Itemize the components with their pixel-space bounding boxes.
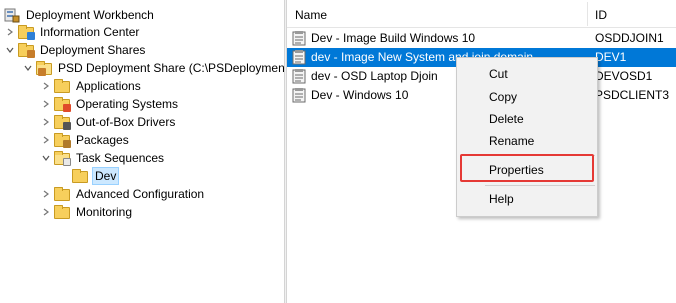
chevron-down-icon[interactable] — [4, 41, 16, 59]
menu-item-copy[interactable]: Copy — [457, 86, 597, 108]
chevron-right-icon[interactable] — [40, 95, 52, 113]
tree-label: Task Sequences — [76, 151, 165, 165]
menu-separator — [485, 155, 595, 156]
tree-label: Deployment Workbench — [26, 8, 154, 22]
column-header-name[interactable]: Name — [287, 0, 587, 28]
folder-icon — [54, 132, 71, 148]
tree-item-packages[interactable]: Packages — [40, 131, 131, 149]
menu-item-delete[interactable]: Delete — [457, 108, 597, 130]
task-sequence-icon — [292, 88, 306, 103]
tree-label: PSD Deployment Share (C:\PSDeployment) — [58, 61, 293, 75]
chevron-down-icon[interactable] — [22, 59, 34, 77]
menu-item-help[interactable]: Help — [457, 188, 597, 210]
folder-icon — [18, 24, 35, 40]
tree-item-psd-deployment-share[interactable]: PSD Deployment Share (C:\PSDeployment) — [22, 59, 294, 77]
tree-item-operating-systems[interactable]: Operating Systems — [40, 95, 180, 113]
folder-icon — [54, 150, 71, 166]
chevron-right-icon[interactable] — [4, 23, 16, 41]
tree-label: Dev — [92, 167, 120, 185]
column-header-id[interactable]: ID — [587, 0, 676, 28]
row-id: DEV1 — [595, 50, 627, 64]
folder-icon — [54, 186, 70, 202]
tree-label: Applications — [76, 79, 141, 93]
row-id: DEVOSD1 — [595, 69, 653, 83]
chevron-right-icon[interactable] — [40, 203, 52, 221]
tree-label: Monitoring — [76, 205, 133, 219]
chevron-right-icon[interactable] — [40, 185, 52, 203]
deployment-share-icon — [36, 60, 52, 76]
tree-item-applications[interactable]: Applications — [40, 77, 143, 95]
tree-item-information-center[interactable]: Information Center — [4, 23, 141, 41]
tree-item-advanced-configuration[interactable]: Advanced Configuration — [40, 185, 206, 203]
tree-label: Packages — [76, 133, 129, 147]
row-id: PSDCLIENT3 — [595, 88, 670, 102]
tree-item-deployment-workbench[interactable]: Deployment Workbench — [2, 6, 156, 24]
tree-item-out-of-box-drivers[interactable]: Out-of-Box Drivers — [40, 113, 177, 131]
tree-label: Information Center — [40, 25, 140, 39]
tree-item-deployment-shares[interactable]: Deployment Shares — [4, 41, 147, 59]
row-name: Dev - Image Build Windows 10 — [311, 31, 476, 45]
menu-separator — [485, 185, 595, 186]
chevron-down-icon[interactable] — [40, 149, 52, 167]
navigation-tree: Deployment Workbench Information Center … — [0, 0, 292, 303]
folder-icon — [18, 42, 35, 58]
menu-item-properties[interactable]: Properties — [457, 159, 597, 181]
chevron-right-icon[interactable] — [40, 77, 52, 95]
folder-icon — [72, 168, 88, 184]
chevron-right-icon[interactable] — [40, 131, 52, 149]
folder-icon — [54, 204, 70, 220]
chevron-right-icon[interactable] — [40, 113, 52, 131]
row-name: Dev - Windows 10 — [311, 88, 409, 102]
tree-item-task-sequences[interactable]: Task Sequences — [40, 149, 166, 167]
tree-label: Operating Systems — [76, 97, 179, 111]
folder-icon — [54, 78, 70, 94]
menu-item-cut[interactable]: Cut — [457, 63, 597, 85]
tree-item-monitoring[interactable]: Monitoring — [40, 203, 134, 221]
task-sequence-icon — [292, 31, 306, 46]
folder-icon — [54, 114, 71, 130]
tree-label: Out-of-Box Drivers — [76, 115, 176, 129]
list-header: Name ID — [287, 0, 676, 28]
context-menu: Cut Copy Delete Rename Properties Help — [456, 57, 598, 217]
task-sequence-icon — [292, 69, 306, 84]
menu-item-rename[interactable]: Rename — [457, 130, 597, 152]
tree-label: Deployment Shares — [40, 43, 146, 57]
workbench-icon — [4, 7, 20, 23]
row-name: dev - OSD Laptop Djoin — [311, 69, 438, 83]
row-id: OSDDJOIN1 — [595, 31, 664, 45]
list-row[interactable]: Dev - Image Build Windows 10 OSDDJOIN1 — [287, 29, 676, 48]
tree-item-dev[interactable]: Dev — [70, 167, 120, 185]
folder-icon — [54, 96, 71, 112]
tree-label: Advanced Configuration — [76, 187, 205, 201]
task-sequence-icon — [292, 50, 306, 65]
